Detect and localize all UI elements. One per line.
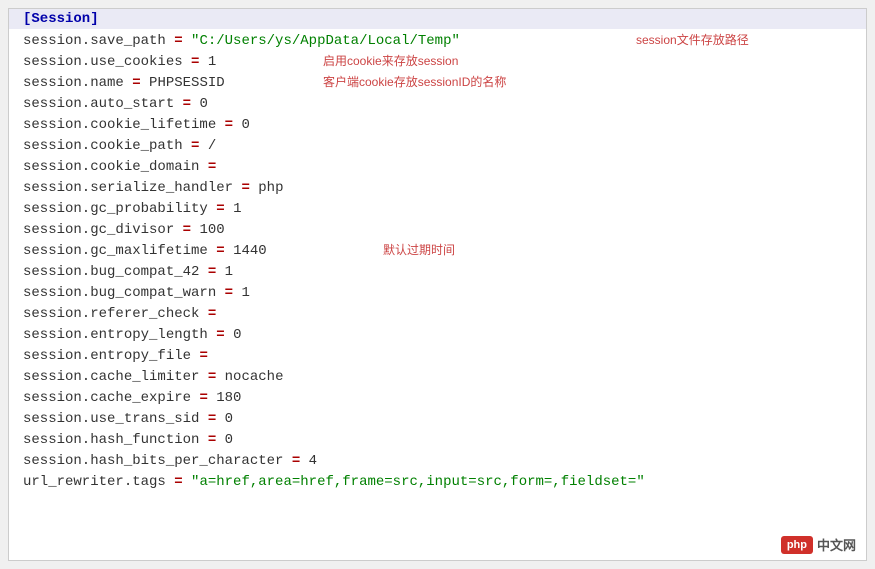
config-line: session.cookie_domain = [23, 157, 852, 178]
equals-sign: = [199, 390, 207, 406]
equals-sign: = [199, 348, 207, 364]
config-value: php [258, 180, 283, 196]
equals-sign: = [216, 327, 224, 343]
config-key: session.use_trans_sid [23, 411, 199, 427]
config-line: session.hash_function = 0 [23, 430, 852, 451]
config-value: 0 [225, 432, 233, 448]
equals-sign: = [241, 180, 249, 196]
config-line: session.serialize_handler = php [23, 178, 852, 199]
equals-sign: = [208, 369, 216, 385]
config-line: session.entropy_file = [23, 346, 852, 367]
equals-sign: = [292, 453, 300, 469]
equals-sign: = [132, 75, 140, 91]
config-value: PHPSESSID [149, 75, 225, 91]
config-line: session.cache_expire = 180 [23, 388, 852, 409]
config-line: session.use_cookies = 1 启用cookie来存放sessio… [23, 52, 852, 73]
equals-sign: = [208, 264, 216, 280]
code-container: [Session] session.save_path = "C:/Users/… [8, 8, 867, 561]
config-line: session.gc_maxlifetime = 1440 默认过期时间 [23, 241, 852, 262]
logo-badge: php [781, 536, 813, 554]
config-key: session.entropy_length [23, 327, 208, 343]
annotation-text: session文件存放路径 [636, 31, 749, 49]
config-value: nocache [225, 369, 284, 385]
equals-sign: = [191, 138, 199, 154]
equals-sign: = [225, 285, 233, 301]
config-value: 1440 [233, 243, 267, 259]
config-key: session.hash_function [23, 432, 199, 448]
config-line: session.cookie_path = / [23, 136, 852, 157]
config-value: "C:/Users/ys/AppData/Local/Temp" [191, 33, 460, 49]
equals-sign: = [183, 96, 191, 112]
config-line: session.auto_start = 0 [23, 94, 852, 115]
config-value: 1 [208, 54, 216, 70]
config-line: session.bug_compat_warn = 1 [23, 283, 852, 304]
config-key: session.auto_start [23, 96, 174, 112]
equals-sign: = [174, 33, 182, 49]
annotation-text: 默认过期时间 [383, 241, 455, 259]
config-value: 4 [309, 453, 317, 469]
config-line: session.gc_divisor = 100 [23, 220, 852, 241]
annotation-text: 启用cookie来存放session [323, 52, 458, 70]
equals-sign: = [208, 411, 216, 427]
config-key: session.cache_expire [23, 390, 191, 406]
config-value: 0 [199, 96, 207, 112]
config-line: session.cookie_lifetime = 0 [23, 115, 852, 136]
config-value: 1 [233, 201, 241, 217]
config-value: 0 [241, 117, 249, 133]
config-key: session.gc_divisor [23, 222, 183, 238]
config-value: 1 [225, 264, 233, 280]
watermark-logo: php 中文网 [781, 535, 856, 554]
config-line: session.entropy_length = 0 [23, 325, 852, 346]
annotation-text: 客户端cookie存放sessionID的名称 [323, 73, 506, 91]
config-key: session.save_path [23, 33, 166, 49]
config-key: session.bug_compat_warn [23, 285, 216, 301]
config-line: session.use_trans_sid = 0 [23, 409, 852, 430]
config-key: session.use_cookies [23, 54, 183, 70]
config-key: session.hash_bits_per_character [23, 453, 283, 469]
config-key: url_rewriter.tags [23, 474, 166, 490]
config-line: url_rewriter.tags = "a=href,area=href,fr… [23, 472, 852, 493]
config-key: session.gc_maxlifetime [23, 243, 208, 259]
config-line: session.referer_check = [23, 304, 852, 325]
config-key: session.entropy_file [23, 348, 191, 364]
equals-sign: = [208, 159, 216, 175]
config-value: "a=href,area=href,frame=src,input=src,fo… [191, 474, 645, 490]
config-line: session.hash_bits_per_character = 4 [23, 451, 852, 472]
equals-sign: = [183, 222, 191, 238]
config-key: session.cache_limiter [23, 369, 199, 385]
config-line: session.gc_probability = 1 [23, 199, 852, 220]
config-value: 1 [241, 285, 249, 301]
equals-sign: = [174, 474, 182, 490]
config-key: session.cookie_lifetime [23, 117, 216, 133]
equals-sign: = [208, 432, 216, 448]
config-line: session.cache_limiter = nocache [23, 367, 852, 388]
equals-sign: = [191, 54, 199, 70]
config-key: session.bug_compat_42 [23, 264, 199, 280]
config-value: 0 [225, 411, 233, 427]
equals-sign: = [216, 201, 224, 217]
config-key: session.referer_check [23, 306, 199, 322]
config-key: session.name [23, 75, 124, 91]
config-value: 100 [199, 222, 224, 238]
config-key: session.cookie_path [23, 138, 183, 154]
config-value: 0 [233, 327, 241, 343]
config-key: session.gc_probability [23, 201, 208, 217]
config-value: 180 [216, 390, 241, 406]
config-lines: session.save_path = "C:/Users/ys/AppData… [23, 31, 852, 493]
config-line: session.name = PHPSESSID 客户端cookie存放sessi… [23, 73, 852, 94]
config-key: session.cookie_domain [23, 159, 199, 175]
config-line: session.save_path = "C:/Users/ys/AppData… [23, 31, 852, 52]
config-key: session.serialize_handler [23, 180, 233, 196]
equals-sign: = [208, 306, 216, 322]
equals-sign: = [216, 243, 224, 259]
logo-text: 中文网 [817, 535, 856, 554]
config-value: / [208, 138, 216, 154]
section-header-line: [Session] [9, 9, 866, 29]
section-header: [Session] [23, 11, 99, 27]
equals-sign: = [225, 117, 233, 133]
config-line: session.bug_compat_42 = 1 [23, 262, 852, 283]
